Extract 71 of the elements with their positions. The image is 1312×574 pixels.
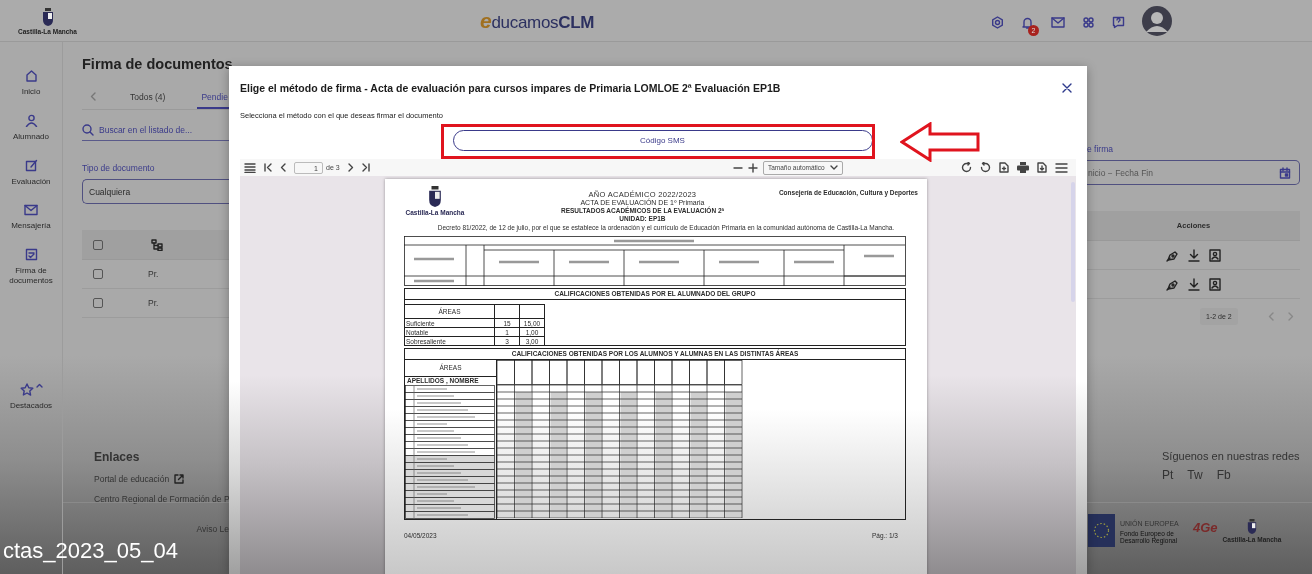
add-file-icon[interactable] [999, 162, 1009, 173]
coat-of-arms-icon [428, 186, 442, 207]
contact-document-icon[interactable] [1209, 277, 1221, 291]
checkbox[interactable] [93, 269, 103, 279]
print-icon[interactable] [1017, 162, 1029, 173]
sidebar-item[interactable]: Mensajería [0, 204, 62, 231]
section-heading: Síguenos en nuestras redes [1162, 450, 1301, 462]
next-page-icon[interactable] [347, 163, 354, 172]
sidebar-item[interactable]: Firma de documentos [0, 248, 62, 286]
hierarchy-icon[interactable] [151, 238, 163, 251]
sidebar-item[interactable]: Inicio [0, 69, 62, 97]
dialog-title: Elige el método de firma - Acta de evaluación para cursos impares de Primaria LOMLOE 2ª Evaluación EP1B [240, 82, 781, 94]
download-icon[interactable] [1188, 277, 1200, 291]
settings-icon[interactable] [991, 15, 1004, 29]
mail-icon[interactable] [1051, 15, 1065, 29]
table-cell: Pr. [148, 269, 159, 279]
sidebar-toggle-icon[interactable] [244, 162, 256, 173]
notification-bell-icon[interactable] [1021, 15, 1034, 29]
coat-of-arms-icon [41, 8, 54, 26]
signed-document-icon [24, 248, 38, 261]
section-heading: Enlaces [94, 450, 141, 464]
sidebar-item[interactable]: Alumnado [0, 114, 62, 142]
mail-icon [24, 204, 38, 216]
contact-document-icon[interactable] [1209, 248, 1221, 262]
search-field[interactable]: Buscar en el listado de... [82, 124, 229, 141]
calendar-icon[interactable] [1279, 166, 1291, 179]
previous-page-icon[interactable] [280, 163, 286, 172]
checkbox[interactable] [93, 239, 103, 250]
video-caption: ctas_2023_05_04 [3, 538, 178, 564]
social-link[interactable]: Fb [1216, 468, 1231, 482]
pen-nib-icon[interactable] [1166, 277, 1179, 291]
rotate-counterclockwise-icon[interactable] [980, 162, 991, 173]
help-icon[interactable] [1112, 15, 1125, 29]
annotation-arrow-icon [900, 122, 980, 162]
field-label: e firma [1087, 144, 1114, 154]
external-link-icon [174, 474, 185, 484]
dropdown-field[interactable]: Cualquiera [82, 179, 229, 204]
social-link[interactable]: Pt [1162, 468, 1174, 482]
brand-logo[interactable]: educamosCLM [480, 8, 595, 33]
checkbox[interactable] [93, 298, 103, 308]
rotate-clockwise-icon[interactable] [961, 162, 972, 173]
avatar-icon[interactable] [1142, 5, 1172, 36]
edit-icon [24, 159, 38, 172]
home-icon [24, 69, 38, 82]
pen-nib-icon[interactable] [1166, 248, 1179, 262]
sms-code-button[interactable]: Código SMS [452, 130, 873, 151]
eu-flag-icon [1088, 514, 1115, 547]
download-icon[interactable] [1188, 248, 1200, 262]
featured-item[interactable]: Destacados [0, 383, 62, 411]
sidebar-item[interactable]: Evaluación [0, 159, 62, 187]
program-logo: 4Ge [1193, 519, 1218, 535]
tab[interactable]: Todos (4) [126, 92, 170, 109]
person-icon [24, 114, 38, 127]
footer-link[interactable]: Centro Regional de Formación de P [94, 494, 229, 504]
social-link[interactable]: Tw [1187, 468, 1203, 482]
caret-icon [829, 165, 838, 170]
first-page-icon[interactable] [264, 163, 272, 172]
menu-icon[interactable] [1055, 162, 1068, 173]
star-icon [19, 383, 34, 396]
search-icon [82, 124, 94, 136]
zoom-in-icon[interactable] [747, 162, 758, 173]
close-icon[interactable] [1062, 83, 1072, 93]
last-page-icon[interactable] [361, 163, 370, 172]
coat-of-arms-icon [1247, 519, 1257, 534]
table-cell: Pr. [148, 298, 159, 308]
date-range-field[interactable]: nicio − Fecha Fin [1087, 160, 1300, 185]
download-icon[interactable] [1037, 162, 1047, 173]
apps-grid-icon[interactable] [1082, 15, 1095, 29]
caret-icon [35, 383, 43, 388]
footer-link[interactable]: Portal de educación [94, 474, 229, 484]
field-label: Tipo de documento [82, 163, 156, 173]
